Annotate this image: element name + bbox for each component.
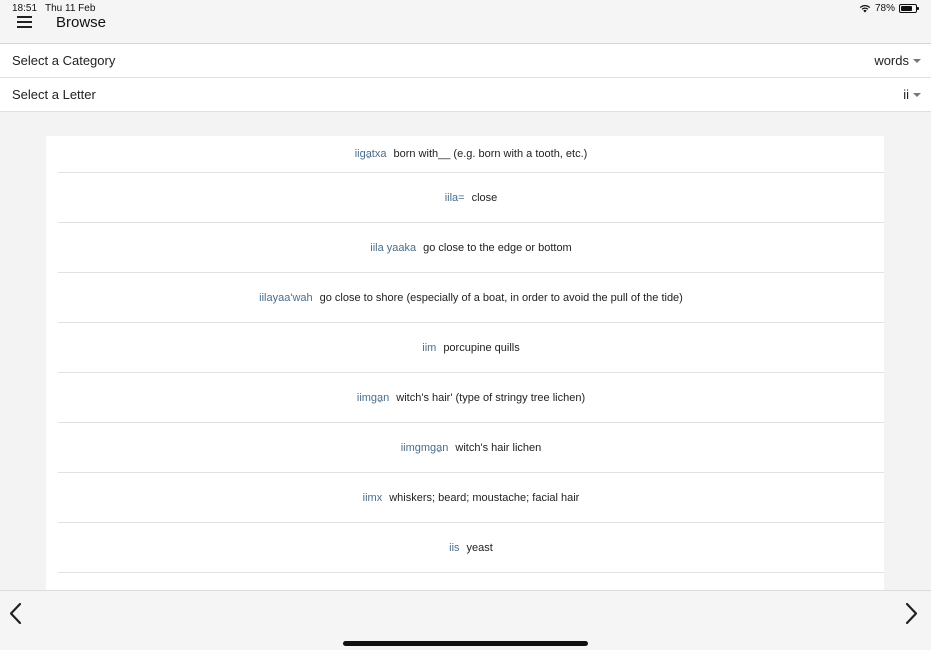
letter-select[interactable]: Select a Letter ii (0, 78, 931, 112)
list-item[interactable]: iimx whiskers; beard; moustache; facial … (58, 473, 884, 523)
list-item[interactable]: iila yaaka go close to the edge or botto… (58, 223, 884, 273)
entry-word: iimgmga̱n (400, 441, 449, 454)
entry-definition: yeast (466, 541, 493, 554)
entry-definition: go close to the edge or bottom (423, 241, 572, 254)
entry-word: iim (422, 341, 437, 354)
category-select-label: Select a Category (12, 53, 116, 68)
list-item[interactable]: iimgmga̱n witch's hair lichen (58, 423, 884, 473)
battery-icon (899, 4, 919, 13)
entry-word: iilayaa'wah (259, 291, 313, 304)
list-item[interactable]: iila= close (58, 173, 884, 223)
entry-word: iiga̱txa (354, 148, 387, 160)
battery-percent: 78% (874, 3, 895, 14)
caret-down-icon (913, 59, 921, 63)
next-button[interactable] (901, 601, 925, 627)
battery-fill (901, 6, 912, 11)
status-date: Thu 11 Feb (45, 3, 96, 14)
letter-select-label: Select a Letter (12, 87, 96, 102)
letter-select-value: ii (903, 87, 909, 102)
entry-word: iimx (362, 491, 383, 504)
entry-definition: witch's hair' (type of stringy tree lich… (396, 391, 586, 404)
caret-down-icon (913, 93, 921, 97)
entry-word: iila yaaka (370, 241, 417, 254)
list-item[interactable]: iim porcupine quills (58, 323, 884, 373)
home-indicator[interactable] (343, 641, 588, 646)
list-item[interactable]: iimga̱n witch's hair' (type of stringy t… (58, 373, 884, 423)
entry-word: iimga̱n (356, 391, 390, 404)
previous-button[interactable] (6, 601, 30, 627)
menu-icon[interactable] (14, 14, 36, 30)
status-time: 18:51 (12, 3, 38, 14)
category-select-value: words (874, 53, 909, 68)
list-item[interactable]: iilayaa'wah go close to shore (especiall… (58, 273, 884, 323)
word-list: iiga̱txa born with__ (e.g. born with a t… (46, 136, 884, 590)
entry-definition: whiskers; beard; moustache; facial hair (389, 491, 580, 504)
category-select[interactable]: Select a Category words (0, 44, 931, 78)
entry-definition: born with__ (e.g. born with a tooth, etc… (393, 148, 588, 160)
wifi-icon (859, 4, 871, 13)
entry-definition: close (471, 191, 498, 204)
entry-word: iila= (444, 191, 465, 204)
status-bar: 18:51 Thu 11 Feb 78% (0, 0, 931, 14)
bottom-nav-bar (0, 590, 931, 650)
page-title: Browse (56, 14, 107, 31)
list-item[interactable]: iiga̱txa born with__ (e.g. born with a t… (58, 136, 884, 173)
entry-definition: witch's hair lichen (455, 441, 542, 454)
chevron-left-icon (9, 602, 22, 625)
list-item[interactable]: iis yeast (58, 523, 884, 573)
entry-definition: porcupine quills (443, 341, 520, 354)
entry-definition: go close to shore (especially of a boat,… (319, 291, 683, 304)
chevron-right-icon (905, 602, 918, 625)
entry-word: iis (449, 541, 460, 554)
